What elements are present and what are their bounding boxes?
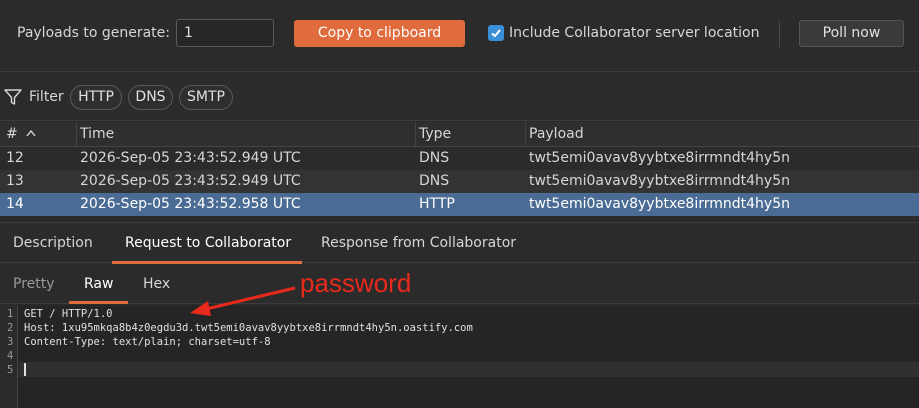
cell-number: 14 [6, 196, 24, 212]
include-server-location-checkbox[interactable] [488, 25, 504, 41]
table-row[interactable]: 13 2026-Sep-05 23:43:52.949 UTC DNS twt5… [0, 170, 919, 193]
tab-hex[interactable]: Hex [143, 276, 170, 292]
host-header-line: Host: 1xu95mkqa8b4z0egdu3d.twt5emi0avav8… [24, 322, 473, 334]
annotation-label: password [300, 268, 412, 298]
tab-response-from-collaborator[interactable]: Response from Collaborator [321, 235, 516, 251]
filter-pill-http[interactable]: HTTP [70, 85, 122, 110]
cell-time: 2026-Sep-05 23:43:52.949 UTC [80, 173, 301, 189]
active-view-indicator [69, 301, 128, 304]
table-header: # Time Type Payload [0, 122, 919, 147]
table-row[interactable]: 12 2026-Sep-05 23:43:52.949 UTC DNS twt5… [0, 147, 919, 170]
cell-payload: twt5emi0avav8yybtxe8irrmndt4hy5n [529, 196, 790, 212]
payloads-label: Payloads to generate: [17, 25, 170, 41]
poll-now-button[interactable]: Poll now [799, 20, 904, 47]
tab-raw[interactable]: Raw [84, 276, 113, 292]
toolbar-divider [779, 21, 780, 47]
content-type-header-line: Content-Type: text/plain; charset=utf-8 [24, 336, 271, 348]
line-number: 1 [7, 308, 14, 320]
cell-number: 12 [6, 150, 24, 166]
current-line-highlight [19, 362, 919, 377]
checkmark-icon [491, 29, 501, 38]
filter-pill-dns[interactable]: DNS [128, 85, 173, 110]
tab-pretty[interactable]: Pretty [13, 276, 55, 292]
filter-funnel-icon[interactable] [3, 87, 23, 107]
copy-to-clipboard-button[interactable]: Copy to clipboard [294, 20, 465, 47]
line-number: 5 [7, 364, 14, 376]
column-header-type[interactable]: Type [416, 122, 526, 147]
filter-bar: Filter HTTP DNS SMTP [0, 73, 919, 121]
text-caret [24, 363, 26, 376]
interactions-table: # Time Type Payload 12 2026-Sep-05 23:43… [0, 122, 919, 216]
line-number: 4 [7, 350, 14, 362]
cell-type: DNS [419, 173, 450, 189]
raw-request-editor[interactable]: 1 GET / HTTP/1.0 2 Host: 1xu95mkqa8b4z0e… [0, 305, 919, 408]
line-number: 3 [7, 336, 14, 348]
detail-tabs: Description Request to Collaborator Resp… [0, 222, 919, 264]
cell-type: DNS [419, 150, 450, 166]
tab-description[interactable]: Description [13, 235, 93, 251]
column-label-number: # [6, 126, 18, 142]
view-mode-tabs: Pretty Raw Hex [0, 264, 919, 304]
collaborator-toolbar: Payloads to generate: 1 Copy to clipboar… [0, 0, 919, 72]
annotation-arrow-icon [190, 286, 296, 316]
table-row-selected[interactable]: 14 2026-Sep-05 23:43:52.958 UTC HTTP twt… [0, 193, 919, 216]
cell-type: HTTP [419, 196, 455, 212]
cell-payload: twt5emi0avav8yybtxe8irrmndt4hy5n [529, 173, 790, 189]
tab-request-to-collaborator[interactable]: Request to Collaborator [125, 235, 291, 251]
column-header-time[interactable]: Time [77, 122, 416, 147]
line-number: 2 [7, 322, 14, 334]
filter-label: Filter [29, 89, 64, 105]
column-header-number[interactable]: # [0, 122, 77, 147]
include-server-location-label[interactable]: Include Collaborator server location [509, 25, 759, 41]
payloads-count-input[interactable]: 1 [176, 19, 274, 47]
cell-time: 2026-Sep-05 23:43:52.958 UTC [80, 196, 301, 212]
sort-ascending-icon [26, 129, 36, 137]
cell-number: 13 [6, 173, 24, 189]
filter-pill-smtp[interactable]: SMTP [179, 85, 233, 110]
request-line: GET / HTTP/1.0 [24, 308, 113, 320]
cell-time: 2026-Sep-05 23:43:52.949 UTC [80, 150, 301, 166]
column-header-payload[interactable]: Payload [526, 122, 919, 147]
cell-payload: twt5emi0avav8yybtxe8irrmndt4hy5n [529, 150, 790, 166]
